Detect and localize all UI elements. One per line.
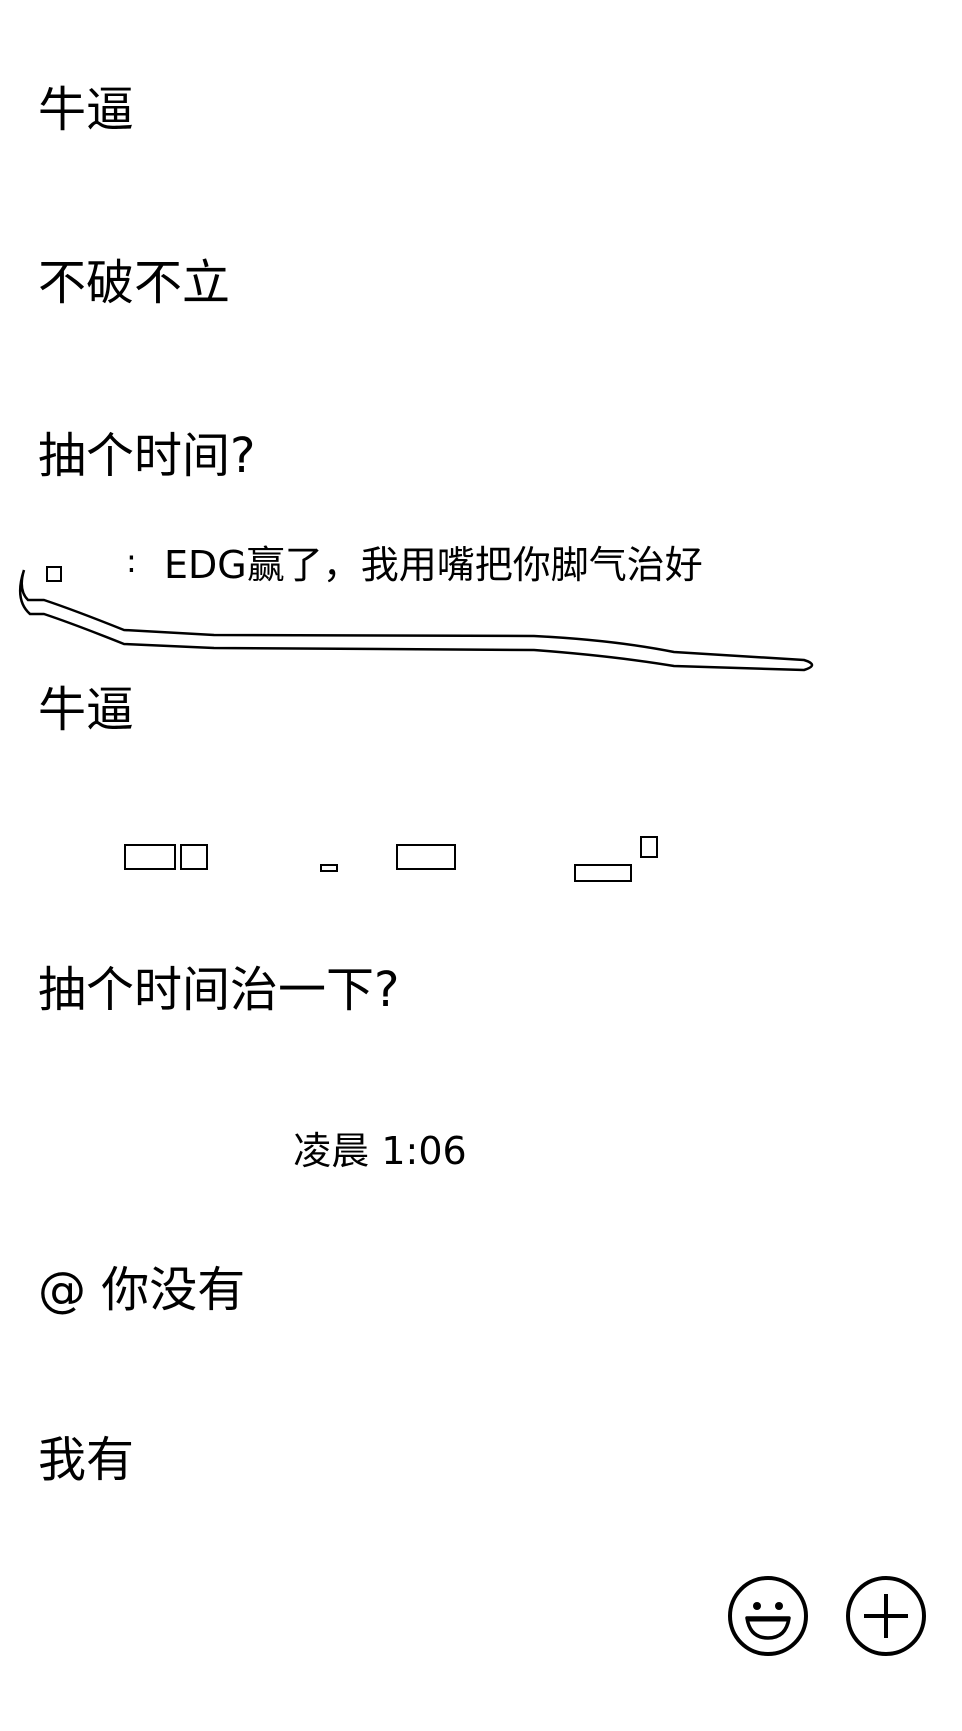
- message-text: 牛逼: [38, 82, 135, 138]
- message-text: 我有: [38, 1432, 135, 1488]
- smiley-icon[interactable]: [728, 1576, 808, 1656]
- redaction-block: [124, 844, 176, 870]
- redaction-block: [396, 844, 456, 870]
- redaction-block: [180, 844, 208, 870]
- redaction-block: [320, 864, 338, 872]
- message-text: 抽个时间治一下?: [38, 962, 400, 1018]
- timestamp: 凌晨 1:06: [293, 1129, 467, 1173]
- redaction-block: [640, 836, 658, 858]
- message-text: 不破不立: [38, 255, 231, 311]
- quote-text: EDG赢了，我用嘴把你脚气治好: [164, 543, 703, 587]
- plus-circle-icon[interactable]: [846, 1576, 926, 1656]
- quote-sender-avatar: [46, 566, 62, 582]
- redaction-block: [574, 864, 632, 882]
- message-text: 牛逼: [38, 682, 135, 738]
- quote-separator: :: [126, 542, 137, 580]
- quoted-reply[interactable]: : EDG赢了，我用嘴把你脚气治好: [14, 540, 814, 680]
- message-text: 抽个时间?: [38, 428, 256, 484]
- message-text: @ 你没有: [38, 1262, 246, 1318]
- redacted-text: [110, 836, 670, 896]
